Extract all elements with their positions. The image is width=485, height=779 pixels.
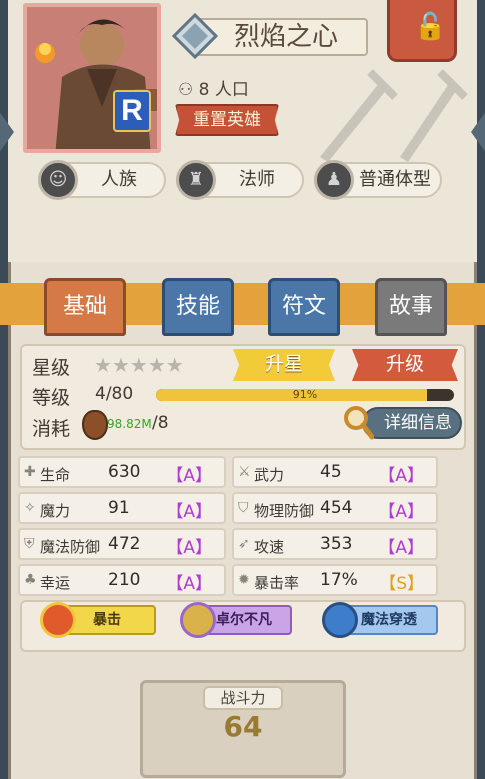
attr-value: 45 — [320, 462, 342, 482]
magnifier-icon — [344, 406, 374, 440]
attr-value: 210 — [108, 570, 141, 590]
star-icon: ★ — [165, 353, 184, 377]
attr-name: 魔法防御 — [40, 538, 101, 556]
attr-crit-rate: ✹ 暴击率 17% 【S】 — [232, 564, 438, 596]
magic-shield-icon: ⛨ — [24, 536, 35, 552]
wing-icon: ➶ — [238, 536, 250, 552]
exp-progress-text: 91% — [292, 388, 318, 401]
unlock-icon: 🔓 — [414, 12, 447, 42]
level-label: 等级 — [32, 387, 71, 409]
tab-story[interactable]: 故事 — [375, 278, 447, 336]
fire-skill-icon — [40, 602, 76, 638]
attr-value: 472 — [108, 534, 141, 554]
reset-hero-button[interactable]: 重置英雄 — [175, 104, 279, 136]
attr-grade: 【A】 — [166, 502, 212, 522]
attr-magic-defense: ⛨ 魔法防御 472 【A】 — [18, 528, 226, 560]
tab-runes[interactable]: 符文 — [268, 278, 340, 336]
attr-name: 武力 — [254, 466, 285, 484]
attr-grade: 【S】 — [379, 574, 424, 594]
attr-name: 幸运 — [40, 574, 71, 592]
star-icon: ★ — [111, 353, 130, 377]
attr-grade: 【A】 — [378, 466, 424, 486]
attr-name: 攻速 — [254, 538, 285, 556]
cost-need: /8 — [152, 413, 169, 433]
crystal-gem-icon — [172, 13, 218, 59]
burst-icon: ✹ — [238, 572, 250, 588]
attr-name: 暴击率 — [254, 574, 300, 592]
attr-name: 魔力 — [40, 502, 71, 520]
crossed-swords-decoration — [320, 69, 468, 162]
life-icon: ✚ — [24, 464, 36, 480]
clover-icon: ♣ — [24, 572, 37, 588]
attr-name: 物理防御 — [254, 502, 315, 520]
star-rating: ★★★★★ — [94, 353, 184, 377]
body-silhouette-icon: ♟ — [314, 160, 354, 200]
attr-name: 生命 — [40, 466, 71, 484]
human-face-icon: ☺ — [38, 160, 78, 200]
crown-skill-icon — [180, 602, 216, 638]
detail-info-button[interactable]: 详细信息 — [362, 407, 462, 439]
attr-grade: 【A】 — [166, 466, 212, 486]
population-count: ⚇ 8 人口 — [178, 75, 249, 100]
combat-power-value: 64 — [223, 710, 263, 743]
rank-badge: R — [113, 90, 151, 132]
shield-icon: ⛉ — [238, 500, 249, 516]
level-up-button[interactable]: 升级 — [352, 349, 458, 381]
attr-value: 454 — [320, 498, 353, 518]
tab-skills[interactable]: 技能 — [162, 278, 234, 336]
attr-grade: 【A】 — [166, 574, 212, 594]
attr-value: 17% — [320, 570, 358, 590]
mage-hood-icon: ♜ — [176, 160, 216, 200]
combat-power-label: 战斗力 — [203, 686, 283, 710]
attr-grade: 【A】 — [166, 538, 212, 558]
attr-grade: 【A】 — [378, 538, 424, 558]
lock-button[interactable]: 🔓 — [387, 0, 457, 62]
cost-label: 消耗 — [32, 418, 71, 440]
star-label: 星级 — [32, 357, 71, 379]
body-type-tag[interactable]: ♟ 普通体型 — [314, 160, 442, 200]
chestnut-icon — [82, 410, 108, 440]
upgrade-star-button[interactable]: 升星 — [233, 349, 335, 381]
sword-icon: ⚔ — [238, 464, 251, 480]
tab-basic[interactable]: 基础 — [44, 278, 126, 336]
star-icon: ★ — [147, 353, 166, 377]
attr-grade: 【A】 — [378, 502, 424, 522]
star-icon: ★ — [94, 353, 112, 377]
level-value: 4/80 — [95, 384, 134, 404]
cost-have: 98.82M — [107, 417, 152, 431]
magic-icon: ✧ — [24, 500, 36, 516]
attr-luck: ♣ 幸运 210 【A】 — [18, 564, 226, 596]
attr-physical-defense: ⛉ 物理防御 454 【A】 — [232, 492, 438, 524]
attr-attack-speed: ➶ 攻速 353 【A】 — [232, 528, 438, 560]
population-label: 8 人口 — [198, 80, 249, 100]
attr-life: ✚ 生命 630 【A】 — [18, 456, 226, 488]
class-tag[interactable]: ♜ 法师 — [176, 160, 304, 200]
race-tag[interactable]: ☺ 人族 — [38, 160, 166, 200]
people-icon: ⚇ — [178, 80, 194, 100]
attr-force: ⚔ 武力 45 【A】 — [232, 456, 438, 488]
magic-orb-skill-icon — [322, 602, 358, 638]
star-icon: ★ — [129, 353, 148, 377]
attr-value: 353 — [320, 534, 353, 554]
attr-value: 630 — [108, 462, 141, 482]
attr-value: 91 — [108, 498, 130, 518]
attr-magic: ✧ 魔力 91 【A】 — [18, 492, 226, 524]
